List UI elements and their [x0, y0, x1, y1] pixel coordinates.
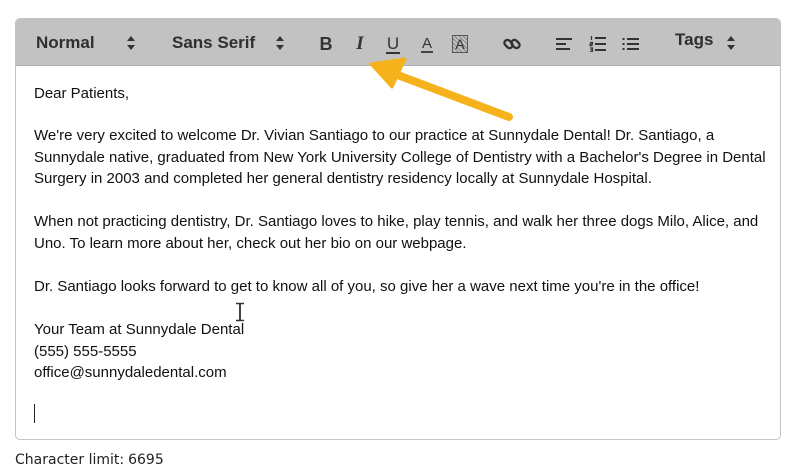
- italic-icon: I: [356, 33, 364, 54]
- underline-icon: U: [385, 33, 401, 54]
- tags-picker[interactable]: Tags: [675, 19, 741, 63]
- paragraph-2: When not practicing dentistry, Dr. Santi…: [34, 213, 759, 252]
- bold-icon: B: [319, 33, 333, 54]
- character-limit: Character limit: 6695: [15, 452, 164, 468]
- text-cursor-icon: [236, 302, 244, 322]
- text-caret: [34, 404, 35, 423]
- editor-toolbar: Normal Sans Serif B I U A A Tags: [16, 19, 780, 66]
- character-limit-value: 6695: [128, 452, 164, 468]
- font-picker[interactable]: Sans Serif: [172, 19, 288, 66]
- paragraph-3: Dr. Santiago looks forward to get to kno…: [34, 278, 700, 295]
- signature-phone: (555) 555-5555: [34, 343, 137, 360]
- tags-picker-label: Tags: [675, 29, 714, 49]
- signature-team: Your Team at Sunnydale Dental: [34, 321, 245, 338]
- link-button[interactable]: [501, 33, 523, 55]
- bullet-list-button[interactable]: [620, 33, 642, 55]
- bold-button[interactable]: B: [315, 33, 337, 55]
- updown-icon: [276, 36, 284, 50]
- paragraph-1: We're very excited to welcome Dr. Vivian…: [34, 127, 766, 187]
- character-limit-label: Character limit:: [15, 452, 125, 468]
- align-button[interactable]: [553, 33, 575, 55]
- underline-button[interactable]: U: [382, 33, 404, 55]
- bullet-list-icon: [622, 38, 639, 50]
- background-color-icon: A: [452, 35, 468, 53]
- heading-picker[interactable]: Normal: [36, 19, 140, 66]
- align-left-icon: [556, 38, 572, 50]
- updown-icon: [727, 36, 735, 50]
- signature-email: office@sunnydaledental.com: [34, 364, 227, 381]
- heading-picker-label: Normal: [36, 32, 95, 52]
- editor-content[interactable]: Dear Patients, We're very excited to wel…: [16, 66, 780, 439]
- background-color-button[interactable]: A: [449, 33, 471, 55]
- greeting-line: Dear Patients,: [34, 85, 130, 102]
- text-color-icon: A: [420, 34, 433, 53]
- font-picker-label: Sans Serif: [172, 32, 256, 52]
- italic-button[interactable]: I: [349, 33, 371, 55]
- ordered-list-icon: [589, 36, 606, 52]
- rich-text-editor: Normal Sans Serif B I U A A Tags Dear Pa…: [15, 18, 781, 440]
- ordered-list-button[interactable]: [587, 33, 609, 55]
- link-icon: [503, 38, 521, 50]
- text-color-button[interactable]: A: [416, 33, 438, 55]
- updown-icon: [127, 36, 135, 50]
